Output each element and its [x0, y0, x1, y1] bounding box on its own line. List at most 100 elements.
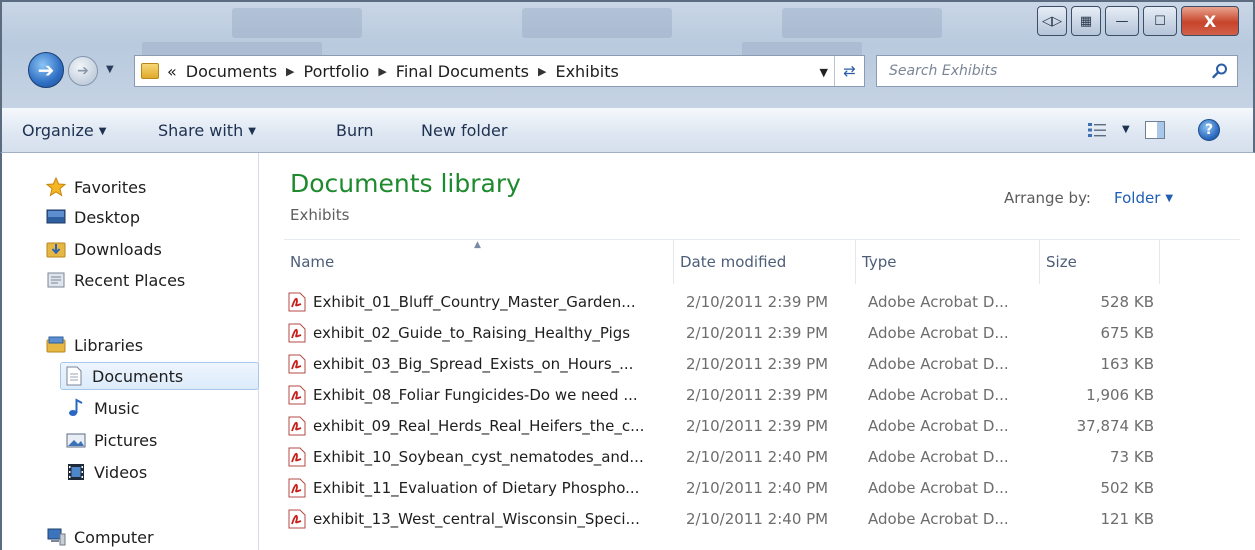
file-size: 528 KB — [1100, 293, 1154, 311]
downloads-folder-icon — [46, 240, 66, 258]
nav-pictures-label: Pictures — [94, 430, 158, 450]
breadcrumb-separator-icon[interactable]: ▶ — [378, 65, 386, 78]
folder-icon — [141, 63, 159, 79]
file-row[interactable]: exhibit_13_West_central_Wisconsin_Speci.… — [284, 504, 1164, 534]
chevron-down-icon: ▼ — [106, 64, 114, 75]
minimize-icon: — — [1115, 13, 1129, 29]
file-row[interactable]: exhibit_09_Real_Herds_Real_Heifers_the_c… — [284, 411, 1164, 441]
file-date: 2/10/2011 2:39 PM — [686, 324, 829, 342]
arrow-left-icon: ➔ — [37, 58, 55, 82]
change-view-icon[interactable] — [1088, 122, 1106, 138]
nav-computer[interactable]: Computer — [46, 523, 154, 550]
breadcrumb-separator-icon[interactable]: ▶ — [286, 65, 294, 78]
file-row[interactable]: Exhibit_01_Bluff_Country_Master_Garden..… — [284, 287, 1164, 317]
nav-pictures[interactable]: Pictures — [66, 426, 157, 454]
code-icon: ◁▷ — [1042, 13, 1062, 29]
file-name: exhibit_03_Big_Spread_Exists_on_Hours_..… — [313, 355, 634, 373]
breadcrumb-separator-icon[interactable]: ▶ — [538, 65, 546, 78]
view-options-dropdown[interactable]: ▼ — [1122, 124, 1130, 135]
file-size: 37,874 KB — [1076, 417, 1154, 435]
recent-places-icon — [46, 271, 66, 289]
nav-music[interactable]: Music — [66, 394, 140, 422]
file-row[interactable]: exhibit_03_Big_Spread_Exists_on_Hours_..… — [284, 349, 1164, 379]
nav-computer-label: Computer — [74, 527, 154, 547]
maximize-button[interactable]: ☐ — [1143, 6, 1177, 36]
pdf-icon — [288, 292, 306, 312]
help-icon[interactable]: ? — [1198, 119, 1220, 141]
nav-recent-places-label: Recent Places — [74, 270, 186, 290]
organize-button[interactable]: Organize ▼ — [22, 121, 106, 140]
pdf-icon — [288, 385, 306, 405]
file-row[interactable]: Exhibit_08_Foliar Fungicides-Do we need … — [284, 380, 1164, 410]
nav-libraries[interactable]: Libraries — [46, 331, 143, 359]
file-size: 502 KB — [1100, 479, 1154, 497]
computer-icon — [46, 528, 66, 546]
file-type: Adobe Acrobat D... — [868, 448, 1009, 466]
chevron-down-icon: ▼ — [1165, 193, 1174, 204]
nav-desktop[interactable]: Desktop — [46, 203, 140, 231]
breadcrumb-exhibits[interactable]: Exhibits — [555, 62, 618, 81]
file-name: Exhibit_11_Evaluation of Dietary Phospho… — [313, 479, 640, 497]
file-date: 2/10/2011 2:39 PM — [686, 355, 829, 373]
pdf-icon — [288, 478, 306, 498]
file-name: exhibit_09_Real_Herds_Real_Heifers_the_c… — [313, 417, 645, 435]
search-input[interactable] — [889, 63, 1189, 79]
music-icon — [66, 398, 86, 417]
nav-documents[interactable]: Documents — [60, 362, 259, 390]
recent-pages-dropdown[interactable]: ▼ — [106, 64, 114, 75]
file-type: Adobe Acrobat D... — [868, 510, 1009, 528]
file-row[interactable]: exhibit_02_Guide_to_Raising_Healthy_Pigs… — [284, 318, 1164, 348]
share-with-button[interactable]: Share with ▼ — [158, 121, 256, 140]
file-date: 2/10/2011 2:40 PM — [686, 510, 829, 528]
breadcrumb-documents[interactable]: Documents — [186, 62, 277, 81]
nav-desktop-label: Desktop — [74, 207, 140, 227]
column-header-name[interactable]: Name ▲ — [284, 240, 674, 284]
search-icon[interactable] — [1211, 62, 1229, 80]
file-row[interactable]: Exhibit_10_Soybean_cyst_nematodes_and...… — [284, 442, 1164, 472]
file-type: Adobe Acrobat D... — [868, 386, 1009, 404]
page-icon: ▦ — [1079, 13, 1093, 29]
forward-button[interactable]: ➔ — [68, 56, 98, 86]
file-type: Adobe Acrobat D... — [868, 355, 1009, 373]
back-button[interactable]: ➔ — [28, 52, 64, 88]
file-row[interactable]: Exhibit_11_Evaluation of Dietary Phospho… — [284, 473, 1164, 503]
column-header-date-modified[interactable]: Date modified — [674, 240, 856, 284]
preview-pane-icon[interactable] — [1145, 121, 1165, 139]
desktop-icon — [46, 208, 66, 226]
breadcrumb-overflow[interactable]: « — [167, 62, 177, 81]
chevron-down-icon: ▼ — [248, 126, 256, 137]
file-date: 2/10/2011 2:39 PM — [686, 293, 829, 311]
column-name-label: Name — [290, 253, 335, 271]
page-icon-button[interactable]: ▦ — [1071, 6, 1101, 36]
search-box[interactable] — [876, 55, 1238, 87]
refresh-button[interactable]: ⇄ — [834, 56, 864, 86]
pdf-icon — [288, 416, 306, 436]
background-ghost — [782, 8, 942, 38]
nav-videos[interactable]: Videos — [66, 458, 147, 486]
address-history-dropdown[interactable]: ▼ — [820, 66, 828, 79]
file-name: exhibit_13_West_central_Wisconsin_Speci.… — [313, 510, 640, 528]
minimize-button[interactable]: — — [1105, 6, 1139, 36]
nav-recent-places[interactable]: Recent Places — [46, 266, 185, 294]
new-folder-button[interactable]: New folder — [421, 121, 507, 140]
file-size: 675 KB — [1100, 324, 1154, 342]
breadcrumb-portfolio[interactable]: Portfolio — [304, 62, 370, 81]
nav-favorites[interactable]: Favorites — [46, 173, 146, 201]
code-icon-button[interactable]: ◁▷ — [1037, 6, 1067, 36]
column-header-size[interactable]: Size — [1040, 240, 1160, 284]
sort-ascending-icon: ▲ — [474, 240, 481, 250]
address-bar[interactable]: « Documents ▶ Portfolio ▶ Final Document… — [134, 55, 865, 87]
star-icon — [46, 177, 66, 197]
burn-button[interactable]: Burn — [336, 121, 374, 140]
breadcrumb-final-documents[interactable]: Final Documents — [396, 62, 529, 81]
videos-icon — [66, 463, 86, 481]
burn-label: Burn — [336, 121, 374, 140]
file-size: 73 KB — [1110, 448, 1154, 466]
nav-downloads[interactable]: Downloads — [46, 235, 162, 263]
title-bar: ◁▷ ▦ — ☐ X ➔ ➔ ▼ « Documents ▶ Portfolio… — [0, 0, 1255, 108]
nav-libraries-label: Libraries — [74, 335, 144, 355]
pdf-icon — [288, 323, 306, 343]
arrange-by-dropdown[interactable]: Folder ▼ — [1114, 189, 1173, 207]
column-header-type[interactable]: Type — [856, 240, 1040, 284]
close-button[interactable]: X — [1181, 6, 1239, 36]
